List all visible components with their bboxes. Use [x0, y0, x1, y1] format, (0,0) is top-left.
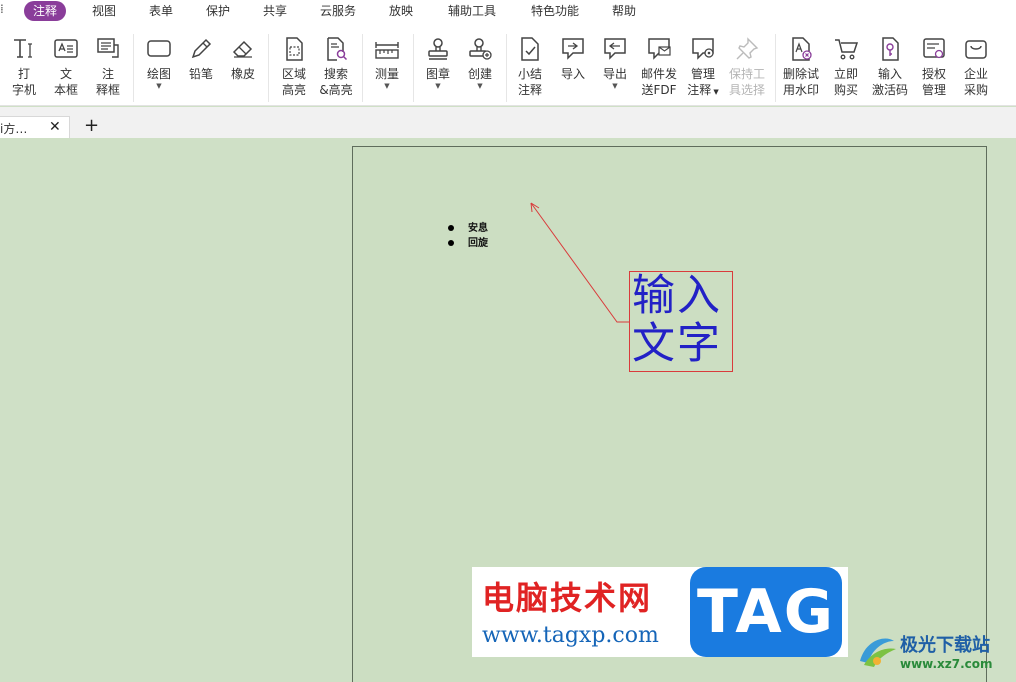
email-fdf-button[interactable]: 邮件发 送FDF: [640, 36, 678, 98]
menu-item-annotate[interactable]: 注释: [24, 1, 67, 21]
menu-bar: ⁞ 注释 视图 表单 保护 共享 云服务 放映 辅助工具 特色功能 帮助: [0, 0, 1016, 22]
measure-button[interactable]: 测量 ▼: [371, 36, 403, 90]
document-tab[interactable]: i方… ✕: [0, 116, 70, 138]
key-icon: [882, 37, 899, 61]
ribbon-separator: [506, 34, 507, 102]
activation-code-button[interactable]: 输入 激活码: [870, 36, 910, 98]
watermark-url: www.tagxp.com: [482, 623, 659, 648]
document-tab-strip: i方… ✕ +: [0, 107, 1016, 138]
ribbon-separator: [362, 34, 363, 102]
callout-icon: [97, 38, 119, 58]
import-icon: [562, 38, 584, 60]
search-highlight-icon: [327, 37, 348, 61]
remove-watermark-icon: [792, 37, 812, 61]
ribbon-separator: [413, 34, 414, 102]
corner-watermark: 极光下载站 www.xz7.com: [856, 627, 1016, 682]
callout-text[interactable]: 输入文字: [630, 272, 734, 371]
watermark-tag-logo: TAG: [690, 567, 842, 657]
menu-item-form[interactable]: 表单: [140, 1, 182, 21]
draw-dropdown-arrow[interactable]: ▼: [142, 83, 176, 90]
close-icon[interactable]: ✕: [49, 119, 61, 135]
menu-item-help[interactable]: 帮助: [603, 1, 645, 21]
stamp-button[interactable]: 图章 ▼: [422, 36, 454, 90]
menu-item-features[interactable]: 特色功能: [522, 1, 588, 21]
menu-item-view[interactable]: 视图: [83, 1, 125, 21]
create-dropdown-arrow[interactable]: ▼: [464, 83, 496, 90]
import-button[interactable]: 导入: [558, 36, 588, 82]
export-button[interactable]: 导出 ▼: [600, 36, 630, 90]
cart-icon: [835, 39, 859, 60]
aurora-logo-icon: [860, 638, 896, 667]
manage-icon: [692, 38, 714, 60]
pin-icon: [736, 37, 759, 60]
enterprise-purchase-button[interactable]: 企业 采购: [960, 36, 992, 98]
ribbon-separator: [133, 34, 134, 102]
export-icon: [604, 38, 626, 60]
license-icon: [923, 38, 945, 59]
license-management-button[interactable]: 授权 管理: [918, 36, 950, 98]
summary-icon: [521, 37, 539, 61]
keep-tool-selected-button[interactable]: 保持工 具选择: [728, 36, 766, 98]
menu-item-accessibility[interactable]: 辅助工具: [439, 1, 505, 21]
ribbon-separator: [268, 34, 269, 102]
ribbon-toolbar: 打字机 文本框 注释框 绘图 ▼ 铅笔 橡皮 区域 高亮 搜索 &高亮 测量 ▼…: [0, 22, 1016, 106]
new-tab-plus-icon[interactable]: +: [84, 117, 99, 135]
menu-edge-marker: ⁞: [0, 2, 4, 16]
bag-icon: [965, 40, 987, 59]
menu-item-share[interactable]: 共享: [254, 1, 296, 21]
watermark-banner: 电脑技术网 www.tagxp.com TAG: [472, 567, 848, 657]
create-stamp-icon: [469, 38, 492, 60]
create-stamp-button[interactable]: 创建 ▼: [464, 36, 496, 90]
ribbon-separator: [775, 34, 776, 102]
textbox-button[interactable]: 文本框: [50, 36, 82, 98]
area-highlight-button[interactable]: 区域 高亮: [278, 36, 310, 98]
textbox-icon: [54, 39, 78, 58]
menu-item-cloud[interactable]: 云服务: [311, 1, 365, 21]
stamp-dropdown-arrow[interactable]: ▼: [422, 83, 454, 90]
pencil-button[interactable]: 铅笔: [186, 36, 216, 82]
corner-watermark-url: www.xz7.com: [900, 657, 993, 671]
menu-item-protect[interactable]: 保护: [197, 1, 239, 21]
callout-button[interactable]: 注释框: [92, 36, 124, 98]
summary-button[interactable]: 小结 注释: [514, 36, 546, 98]
eraser-icon: [232, 40, 253, 58]
measure-dropdown-arrow[interactable]: ▼: [371, 83, 403, 90]
pencil-icon: [191, 38, 212, 59]
email-icon: [648, 38, 671, 60]
eraser-button[interactable]: 橡皮: [228, 36, 258, 82]
corner-watermark-title: 极光下载站: [900, 635, 990, 656]
area-highlight-icon: [286, 37, 303, 61]
manage-annotations-button[interactable]: 管理 注释 ▼: [686, 36, 720, 100]
callout-annotation[interactable]: 输入文字: [629, 271, 733, 372]
rectangle-icon: [147, 40, 171, 57]
draw-button[interactable]: 绘图 ▼: [142, 36, 176, 90]
buy-now-button[interactable]: 立即 购买: [830, 36, 862, 98]
document-tab-title: i方…: [0, 122, 28, 136]
typewriter-button[interactable]: 打字机: [8, 36, 40, 98]
export-dropdown-arrow[interactable]: ▼: [600, 83, 630, 90]
menu-item-slideshow[interactable]: 放映: [380, 1, 422, 21]
ruler-icon: [375, 42, 399, 59]
typewriter-icon: [14, 39, 32, 58]
watermark-title: 电脑技术网: [482, 579, 653, 617]
remove-watermark-button[interactable]: 删除试 用水印: [782, 36, 820, 98]
stamp-icon: [428, 38, 448, 60]
search-highlight-button[interactable]: 搜索 &高亮: [318, 36, 354, 98]
